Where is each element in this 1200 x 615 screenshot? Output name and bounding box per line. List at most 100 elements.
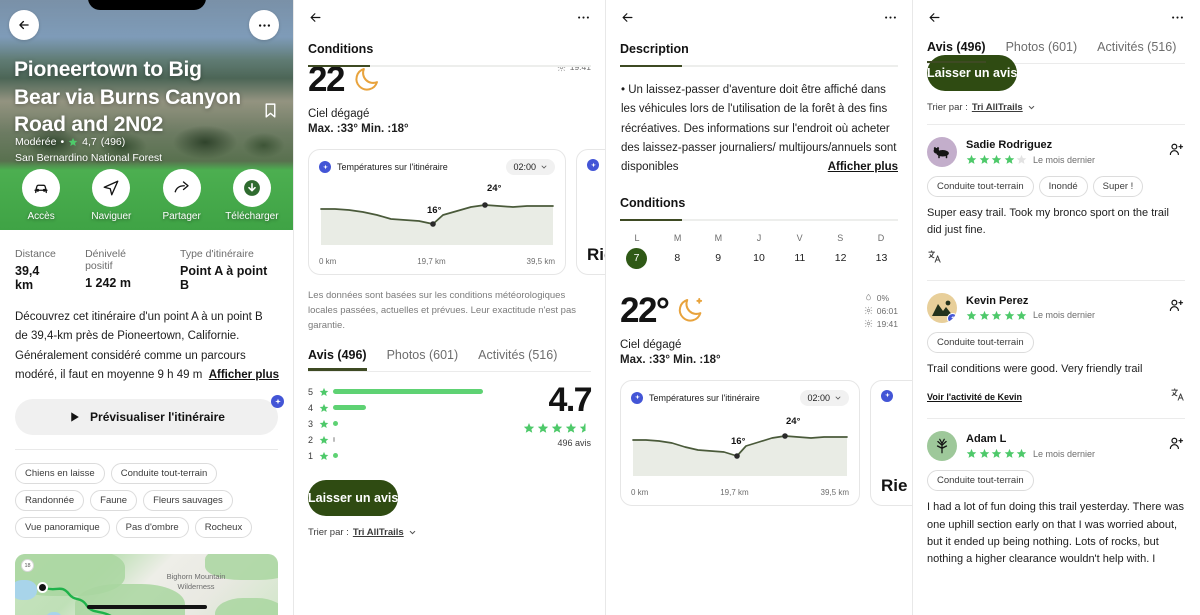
more-options-button[interactable] bbox=[249, 10, 279, 40]
rating-bar-row: 5 bbox=[308, 384, 513, 400]
back-button[interactable] bbox=[620, 10, 635, 25]
chart-point-label-max: 24° bbox=[487, 183, 502, 194]
chart-x-axis: 0 km 19,7 km 39,5 km bbox=[631, 488, 849, 497]
back-button[interactable] bbox=[308, 10, 323, 25]
add-user-button[interactable] bbox=[1168, 297, 1185, 319]
sunrise-time: 06:01 bbox=[876, 305, 898, 316]
review-item: Kevin Perez Le mois dernier Conduite tou… bbox=[913, 281, 1199, 407]
back-button[interactable] bbox=[927, 10, 942, 25]
star-icon bbox=[966, 449, 977, 459]
time-selector[interactable]: 02:00 bbox=[506, 159, 555, 175]
home-indicator bbox=[86, 605, 207, 609]
panel2-topbar bbox=[294, 0, 605, 34]
translate-icon[interactable] bbox=[1170, 387, 1185, 407]
review-chip[interactable]: Conduite tout-terrain bbox=[927, 176, 1034, 197]
tab-photos[interactable]: Photos (601) bbox=[1006, 40, 1078, 63]
action-telecharger[interactable]: Télécharger bbox=[221, 169, 283, 222]
calendar-day[interactable]: 11 bbox=[789, 248, 810, 269]
back-button[interactable] bbox=[9, 10, 39, 40]
back-arrow-icon bbox=[19, 20, 29, 30]
star-icon bbox=[966, 310, 977, 320]
review-body: I had a lot of fun doing this trail yest… bbox=[927, 501, 1185, 566]
chip-wildflowers[interactable]: Fleurs sauvages bbox=[143, 490, 233, 512]
sunrise-row: 06:01 bbox=[864, 306, 898, 316]
chevron-down-icon bbox=[409, 530, 415, 534]
rating-bars: 5 4 3 2 1 bbox=[308, 384, 513, 464]
chip-panoramic-view[interactable]: Vue panoramique bbox=[15, 517, 110, 539]
description-conditions-panel: Description • Un laissez-passer d'aventu… bbox=[605, 0, 912, 615]
bookmark-icon bbox=[265, 103, 276, 118]
rating-bar-row: 1 bbox=[308, 448, 513, 464]
avatar[interactable] bbox=[927, 431, 957, 462]
sort-control[interactable]: Trier par : Tri AllTrails bbox=[294, 516, 605, 538]
tab-activites[interactable]: Activités (516) bbox=[478, 348, 557, 371]
review-body: Super easy trail. Took my bronco sport o… bbox=[927, 207, 1169, 237]
translate-icon[interactable] bbox=[927, 249, 942, 269]
page-title: Pioneertown to Big Bear via Burns Canyon… bbox=[14, 58, 241, 137]
ai-sparkle-icon bbox=[319, 161, 331, 173]
rating-bar-label: 3 bbox=[308, 418, 314, 429]
share-icon-wrap bbox=[162, 169, 201, 207]
stat-value: Point A à point B bbox=[180, 264, 268, 292]
calendar-day-selected[interactable]: 7 bbox=[626, 247, 647, 269]
temperature-line-svg bbox=[320, 202, 554, 245]
review-body: Trail conditions were good. Very friendl… bbox=[927, 362, 1143, 375]
chip-hiking[interactable]: Randonnée bbox=[15, 490, 85, 512]
weather-condition: Ciel dégagé bbox=[308, 108, 370, 120]
chip-no-shade[interactable]: Pas d'ombre bbox=[115, 517, 189, 539]
chip-rocky[interactable]: Rocheux bbox=[194, 517, 253, 539]
tab-activites[interactable]: Activités (516) bbox=[1097, 40, 1176, 63]
avatar[interactable] bbox=[927, 292, 957, 323]
tabs-bar: Avis (496) Photos (601) Activités (516) bbox=[294, 334, 605, 371]
star-icon bbox=[1004, 449, 1014, 459]
action-partager[interactable]: Partager bbox=[151, 169, 213, 222]
calendar-day[interactable]: 13 bbox=[871, 248, 892, 269]
tab-avis[interactable]: Avis (496) bbox=[308, 348, 367, 371]
add-user-button[interactable] bbox=[1168, 435, 1185, 457]
more-options-button[interactable] bbox=[883, 10, 898, 25]
show-more-link[interactable]: Afficher plus bbox=[821, 158, 898, 178]
more-options-icon bbox=[258, 23, 270, 27]
view-activity-link[interactable]: Voir l'activité de Kevin bbox=[927, 392, 1022, 402]
leave-review-button[interactable]: Laisser un avis bbox=[308, 479, 399, 516]
review-chip[interactable]: Conduite tout-terrain bbox=[927, 470, 1034, 492]
chip-offroad[interactable]: Conduite tout-terrain bbox=[110, 463, 218, 485]
sort-control[interactable]: Trier par : Tri AllTrails bbox=[913, 91, 1199, 113]
avatar[interactable] bbox=[927, 137, 957, 167]
star-icon bbox=[966, 154, 977, 164]
calendar-day[interactable]: 12 bbox=[830, 248, 851, 269]
add-user-button[interactable] bbox=[1168, 141, 1185, 163]
preview-route-button[interactable]: Prévisualiser l'itinéraire bbox=[15, 399, 278, 436]
overall-score: 4.7 496 avis bbox=[513, 382, 593, 448]
calendar-day[interactable]: 10 bbox=[748, 248, 769, 269]
calendar-day[interactable]: 8 bbox=[667, 248, 688, 269]
download-icon bbox=[243, 180, 260, 196]
calendar-day[interactable]: 9 bbox=[708, 248, 729, 269]
review-chip[interactable]: Inondé bbox=[1038, 176, 1088, 197]
action-acces[interactable]: Accès bbox=[10, 169, 72, 222]
review-stars bbox=[966, 310, 1027, 321]
show-more-link[interactable]: Afficher plus bbox=[202, 365, 279, 386]
separator-dot: • bbox=[60, 136, 65, 148]
stat-value: 1 242 m bbox=[85, 276, 131, 290]
stat-elevation: Dénivelé positif 1 242 m bbox=[85, 248, 155, 292]
ai-sparkle-icon bbox=[881, 389, 893, 402]
review-chip[interactable]: Super ! bbox=[1092, 176, 1144, 197]
tab-avis[interactable]: Avis (496) bbox=[927, 40, 986, 63]
tab-photos[interactable]: Photos (601) bbox=[387, 348, 459, 371]
action-naviguer[interactable]: Naviguer bbox=[80, 169, 142, 222]
chip-wildlife[interactable]: Faune bbox=[90, 490, 138, 512]
more-options-button[interactable] bbox=[1170, 10, 1185, 25]
panel4-topbar bbox=[913, 0, 1199, 34]
chip-dogs-leash[interactable]: Chiens en laisse bbox=[15, 463, 105, 485]
review-chip[interactable]: Conduite tout-terrain bbox=[927, 331, 1034, 353]
star-half-icon bbox=[579, 422, 591, 433]
rating-summary: 5 4 3 2 1 4.7 496 avis bbox=[294, 372, 605, 464]
bear-avatar-icon bbox=[933, 147, 949, 159]
difficulty-label: Modérée bbox=[15, 136, 57, 148]
bookmark-button[interactable] bbox=[262, 100, 279, 126]
time-selector[interactable]: 02:00 bbox=[800, 389, 849, 406]
stat-distance: Distance 39,4 km bbox=[15, 248, 60, 292]
star-icon-empty bbox=[1016, 154, 1027, 164]
more-options-button[interactable] bbox=[576, 10, 591, 25]
